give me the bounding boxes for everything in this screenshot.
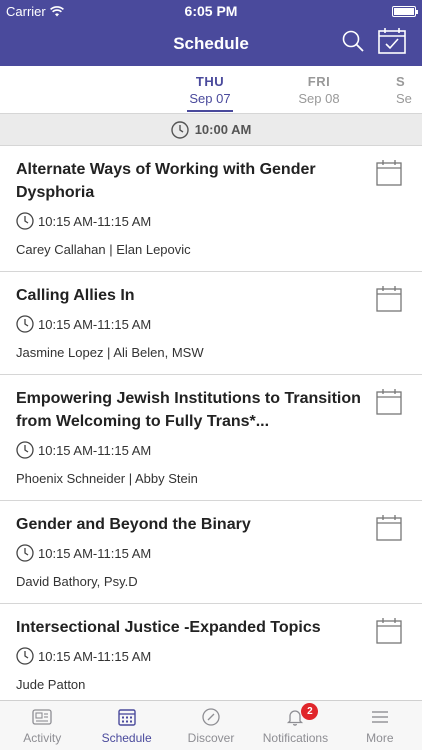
day-tab-dow: THU xyxy=(195,74,225,89)
tab-label: Discover xyxy=(187,731,235,745)
session-title: Empowering Jewish Institutions to Transi… xyxy=(16,390,361,430)
tab-discover[interactable]: Discover xyxy=(169,701,253,750)
compass-icon xyxy=(202,708,220,726)
day-tab-fri[interactable]: FRI Sep 08 xyxy=(289,74,349,106)
session-speakers: Jasmine Lopez | Ali Belen, MSW xyxy=(16,345,204,360)
tab-notifications[interactable]: Notifications 2 xyxy=(253,701,337,750)
tab-label: Notifications xyxy=(262,731,329,745)
session-item[interactable]: Alternate Ways of Working with Gender Dy… xyxy=(0,146,422,272)
my-schedule-calendar-icon[interactable] xyxy=(378,28,406,54)
session-time: 10:15 AM-11:15 AM xyxy=(38,213,152,229)
nav-bar: Schedule xyxy=(0,22,422,66)
clock-icon xyxy=(16,647,34,665)
notification-badge: 2 xyxy=(301,703,319,720)
day-tab-sat[interactable]: S Se xyxy=(396,74,422,106)
add-to-calendar-icon[interactable] xyxy=(376,618,402,644)
tab-label: Activity xyxy=(23,731,62,745)
add-to-calendar-icon[interactable] xyxy=(376,286,402,312)
clock-icon xyxy=(170,120,189,139)
clock-icon xyxy=(16,544,34,562)
session-time: 10:15 AM-11:15 AM xyxy=(38,442,152,458)
clock-icon xyxy=(16,315,34,333)
day-tab-date: Sep 07 xyxy=(189,91,231,106)
session-time: 10:15 AM-11:15 AM xyxy=(38,648,152,664)
day-selector: THU Sep 07 FRI Sep 08 S Se xyxy=(0,66,422,114)
time-slot-label: 10:00 AM xyxy=(194,122,252,137)
session-speakers: Carey Callahan | Elan Lepovic xyxy=(16,242,191,257)
session-title: Gender and Beyond the Binary xyxy=(16,516,251,533)
carrier-label: Carrier xyxy=(6,3,46,19)
wifi-icon xyxy=(49,5,64,16)
session-item[interactable]: Gender and Beyond the Binary 10:15 AM-11… xyxy=(0,501,422,604)
session-title: Calling Allies In xyxy=(16,287,135,304)
tab-label: More xyxy=(366,731,394,745)
session-speakers: David Bathory, Psy.D xyxy=(16,574,138,589)
day-tab-dow: FRI xyxy=(307,74,331,89)
session-speakers: Phoenix Schneider | Abby Stein xyxy=(16,471,198,486)
activity-icon xyxy=(32,709,52,725)
session-list: Alternate Ways of Working with Gender Dy… xyxy=(0,146,422,700)
search-icon[interactable] xyxy=(342,30,364,52)
day-tab-dow: S xyxy=(396,74,406,89)
clock-icon xyxy=(16,441,34,459)
day-tab-date: Sep 08 xyxy=(298,91,340,106)
time-slot-header: 10:00 AM xyxy=(0,114,422,146)
carrier-group: Carrier xyxy=(6,4,64,19)
session-item[interactable]: Calling Allies In 10:15 AM-11:15 AM Jasm… xyxy=(0,272,422,375)
status-bar: Carrier 6:05 PM xyxy=(0,0,422,22)
add-to-calendar-icon[interactable] xyxy=(376,389,402,415)
session-speakers: Jude Patton xyxy=(16,677,86,692)
tab-more[interactable]: More xyxy=(338,701,422,750)
tab-label: Schedule xyxy=(101,731,152,745)
session-item[interactable]: Empowering Jewish Institutions to Transi… xyxy=(0,375,422,501)
tab-activity[interactable]: Activity xyxy=(0,701,84,750)
menu-icon xyxy=(371,711,388,723)
day-tab-thu[interactable]: THU Sep 07 xyxy=(180,74,240,112)
active-day-indicator xyxy=(187,110,233,112)
page-title: Schedule xyxy=(173,34,249,53)
session-time: 10:15 AM-11:15 AM xyxy=(38,316,152,332)
session-item[interactable]: Intersectional Justice -Expanded Topics … xyxy=(0,604,422,700)
tab-bar: Activity Schedule Discover Notifications… xyxy=(0,700,422,750)
session-time: 10:15 AM-11:15 AM xyxy=(38,545,152,561)
add-to-calendar-icon[interactable] xyxy=(376,515,402,541)
add-to-calendar-icon[interactable] xyxy=(376,160,402,186)
session-title: Intersectional Justice -Expanded Topics xyxy=(16,619,321,636)
battery-icon xyxy=(392,5,418,17)
session-title: Alternate Ways of Working with Gender Dy… xyxy=(16,161,316,201)
tab-schedule[interactable]: Schedule xyxy=(84,701,168,750)
clock-icon xyxy=(16,212,34,230)
schedule-icon xyxy=(117,709,136,726)
day-tab-date: Se xyxy=(396,91,412,106)
